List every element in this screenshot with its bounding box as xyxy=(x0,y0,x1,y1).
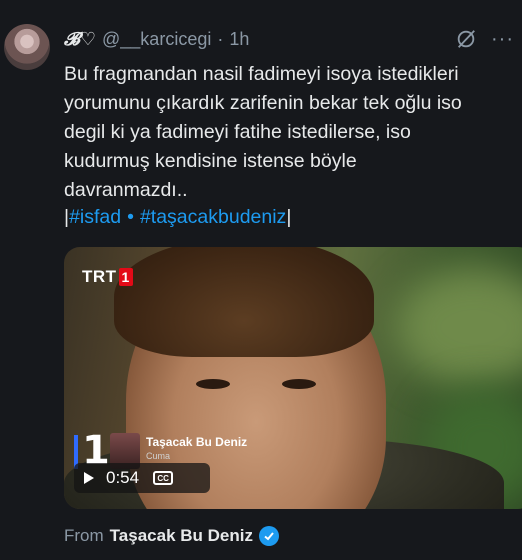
tweet-header: 𝓑♡ @__karcicegi · 1h ··· xyxy=(64,28,514,50)
play-icon[interactable] xyxy=(84,472,94,484)
video-frame-hair xyxy=(114,247,374,357)
hashtag-separator: • xyxy=(127,206,134,228)
video-controls[interactable]: 0:54 CC xyxy=(74,463,210,493)
closed-captions-icon[interactable]: CC xyxy=(153,471,174,485)
hashtag-line: |#isfad • #taşacakbudeniz| xyxy=(64,203,291,232)
promo-title: Taşacak Bu Deniz xyxy=(146,435,248,449)
channel-logo: TRT 1 xyxy=(82,267,133,287)
tag-bracket-close: | xyxy=(286,206,292,228)
author-handle[interactable]: @__karcicegi xyxy=(102,29,211,50)
hashtag-isfad[interactable]: #isfad xyxy=(69,206,121,228)
separator-dot: · xyxy=(217,28,224,49)
avatar[interactable] xyxy=(4,24,50,70)
more-options-button[interactable]: ··· xyxy=(491,28,514,51)
verified-badge-icon xyxy=(258,526,279,546)
hashtag-tasacakbudeniz[interactable]: #taşacakbudeniz xyxy=(140,206,286,228)
promo-day: Cuma xyxy=(146,451,171,461)
source-account-link[interactable]: Taşacak Bu Deniz xyxy=(110,526,253,546)
source-label: From xyxy=(64,526,104,545)
tweet-text: Bu fragmandan nasil fadimeyi isoya isted… xyxy=(64,63,462,201)
video-source: From Taşacak Bu Deniz xyxy=(64,524,279,548)
author-name[interactable]: 𝓑♡ xyxy=(64,29,96,50)
timestamp[interactable]: 1h xyxy=(229,29,249,50)
grok-icon[interactable] xyxy=(455,28,477,50)
video-player[interactable]: TRT 1 1 Taşacak Bu Deniz Cuma 0:54 CC xyxy=(64,247,522,509)
video-duration: 0:54 xyxy=(106,468,140,487)
